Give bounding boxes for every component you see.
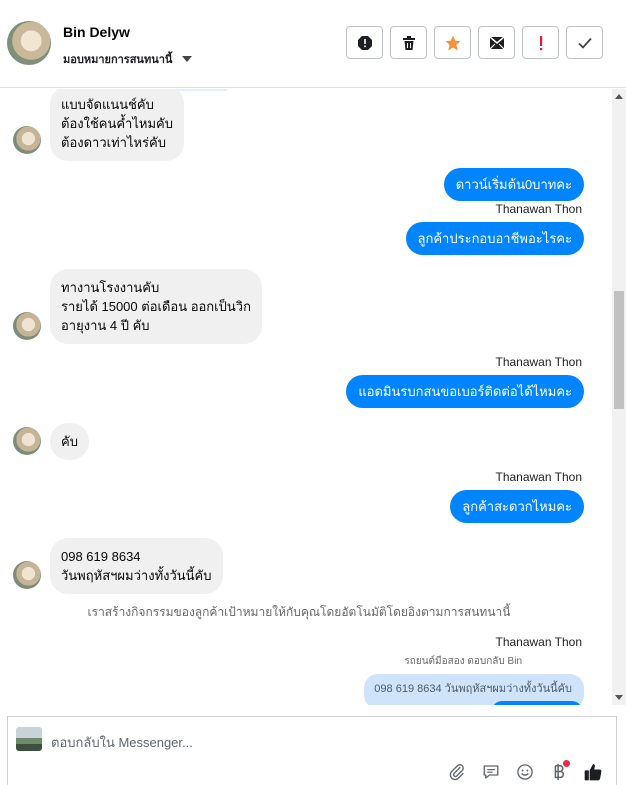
contact-name[interactable]: Bin Delyw — [63, 24, 130, 40]
incoming-message[interactable]: 098 619 8634 วันพฤหัสฯผมว่างทั้งวันนี้คั… — [50, 538, 223, 594]
outgoing-message[interactable]: ดาวน์เริ่มต้น0บาทคะ — [443, 168, 584, 201]
message-line: รายได้ 15000 ต่อเดือน ออกเป็นวิก — [61, 299, 251, 314]
reply-context: รถยนต์มือสอง ตอบกลับ Bin — [404, 656, 522, 667]
emoji-button[interactable] — [514, 761, 536, 783]
thumbs-up-icon — [584, 764, 602, 781]
avatar — [13, 126, 41, 154]
avatar — [13, 561, 41, 589]
sender-name: Thanawan Thon — [495, 635, 582, 649]
scroll-up-icon[interactable] — [615, 94, 623, 99]
avatar[interactable] — [7, 21, 51, 65]
header-actions — [346, 26, 603, 59]
paperclip-icon — [449, 764, 464, 781]
star-button[interactable] — [434, 26, 471, 59]
sender-name: Thanawan Thon — [495, 470, 582, 484]
message-line: คับ — [61, 434, 78, 449]
conversation-header: Bin Delyw มอบหมายการสนทนานี้ — [0, 0, 626, 88]
message-icon — [483, 765, 499, 779]
message-line: ต้องใช้คนค้ำไหมคับ — [61, 116, 173, 131]
saved-replies-button[interactable] — [480, 761, 502, 783]
reply-input[interactable]: ตอบกลับใน Messenger... — [51, 732, 193, 753]
avatar — [13, 427, 41, 455]
outgoing-message[interactable]: ลูกค้าประกอบอาชีพอะไรคะ — [405, 222, 584, 255]
composer-tools — [446, 760, 604, 783]
sender-name: Thanawan Thon — [495, 355, 582, 369]
attach-button[interactable] — [446, 761, 468, 783]
message-thread: แบบจัดแนนช์คับ ต้องใช้คนค้ำไหมคับ ต้องดา… — [0, 89, 612, 705]
outgoing-message[interactable]: ลูกค้าสะดวกไหมคะ — [450, 490, 584, 523]
message-line: แบบจัดแนนช์คับ — [61, 97, 154, 112]
reply-composer[interactable]: ตอบกลับใน Messenger... — [7, 716, 617, 785]
incoming-message[interactable]: ทางานโรงงานคับ รายได้ 15000 ต่อเดือน ออก… — [50, 269, 262, 344]
page-avatar — [16, 727, 42, 751]
trash-icon — [402, 35, 415, 50]
scrollbar[interactable] — [612, 89, 626, 705]
avatar — [13, 312, 41, 340]
mark-unread-button[interactable] — [478, 26, 515, 59]
payment-button[interactable] — [548, 760, 570, 783]
outgoing-message[interactable]: แอดมินรบกสนขอเบอร์ติดต่อได้ไหมคะ — [346, 375, 584, 408]
delete-button[interactable] — [390, 26, 427, 59]
incoming-message[interactable]: คับ — [50, 423, 89, 460]
report-icon — [357, 35, 372, 50]
system-notice: เราสร้างกิจกรรมของลูกค้าเป้าหมายให้กับคุ… — [87, 605, 511, 619]
follow-up-icon — [539, 35, 542, 50]
check-icon — [577, 37, 592, 49]
incoming-message[interactable]: แบบจัดแนนช์คับ ต้องใช้คนค้ำไหมคับ ต้องดา… — [50, 89, 184, 161]
assign-conversation[interactable]: มอบหมายการสนทนานี้ — [63, 50, 193, 68]
mark-done-button[interactable] — [566, 26, 603, 59]
message-line: อายุงาน 4 ปี คับ — [61, 318, 150, 333]
caret-down-icon — [182, 56, 193, 62]
message-line: 098 619 8634 — [61, 549, 141, 564]
message-line: ต้องดาวเท่าไหร่คับ — [61, 135, 166, 150]
message-line: วันพฤหัสฯผมว่างทั้งวันนี้คับ — [61, 568, 212, 583]
star-icon — [445, 35, 460, 50]
sender-name: Thanawan Thon — [495, 202, 582, 216]
smiley-icon — [517, 764, 533, 780]
scroll-down-icon[interactable] — [615, 695, 623, 700]
outgoing-message-partial[interactable] — [492, 701, 582, 705]
report-button[interactable] — [346, 26, 383, 59]
message-line: ทางานโรงงานคับ — [61, 280, 160, 295]
mark-unread-icon — [489, 35, 504, 49]
scroll-thumb[interactable] — [614, 291, 624, 409]
notification-dot — [563, 760, 570, 767]
like-button[interactable] — [582, 761, 604, 783]
assign-label: มอบหมายการสนทนานี้ — [63, 54, 173, 66]
follow-up-button[interactable] — [522, 26, 559, 59]
